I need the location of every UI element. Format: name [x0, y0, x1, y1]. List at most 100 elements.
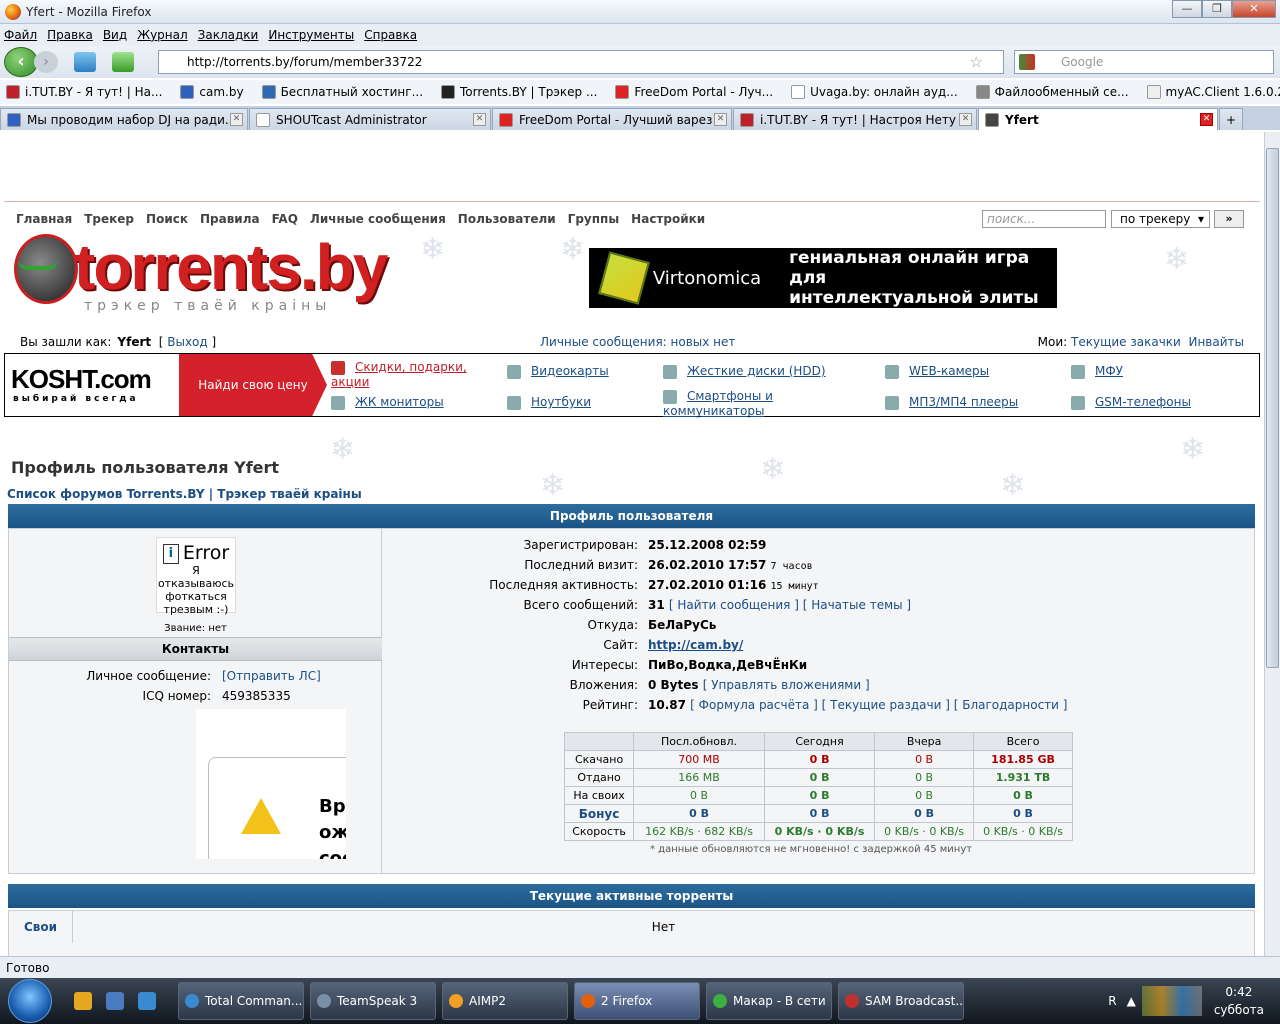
- clock[interactable]: 0:42 суббота: [1214, 983, 1264, 1019]
- kosht-link-monitors[interactable]: ЖК мониторы: [331, 395, 444, 410]
- kosht-link-smartphones[interactable]: Смартфоны и коммуникаторы: [663, 389, 813, 418]
- minimize-button[interactable]: —: [1172, 0, 1202, 18]
- nav-settings[interactable]: Настройки: [631, 212, 705, 226]
- virtonomica-banner[interactable]: Virtonomica гениальная онлайн игра для и…: [589, 248, 1057, 308]
- stats-cell: 0 B: [874, 768, 975, 787]
- menu-tools[interactable]: Инструменты: [268, 28, 354, 42]
- nav-faq[interactable]: FAQ: [272, 212, 298, 226]
- location-value: БеЛаРуСь: [648, 618, 717, 632]
- rating-formula-link[interactable]: Формула расчёта: [699, 698, 810, 712]
- maximize-button[interactable]: ❐: [1202, 0, 1232, 18]
- menu-bookmarks[interactable]: Закладки: [198, 28, 259, 42]
- kosht-link-notebooks[interactable]: Ноутбуки: [507, 395, 591, 410]
- nav-search[interactable]: Поиск: [146, 212, 188, 226]
- media-quicklaunch-icon[interactable]: [138, 992, 156, 1010]
- bookmark-3[interactable]: Torrents.BY | Трэкер ...: [435, 85, 597, 99]
- kosht-link-mfu[interactable]: МФУ: [1071, 364, 1123, 379]
- tab-close-icon[interactable]: ✕: [473, 113, 486, 126]
- menu-edit[interactable]: Правка: [47, 28, 93, 42]
- nav-rules[interactable]: Правила: [200, 212, 260, 226]
- task-button-4[interactable]: Макар - В сети: [706, 982, 832, 1020]
- tab-1[interactable]: SHOUTcast Administrator ✕: [249, 108, 491, 130]
- kosht-link-videocards[interactable]: Видеокарты: [507, 364, 609, 379]
- stats-header: Сегодня: [763, 732, 876, 751]
- stats-row-label: Скорость: [563, 822, 635, 841]
- nav-home[interactable]: Главная: [16, 212, 72, 226]
- kosht-link-discounts[interactable]: Скидки, подарки, акции: [331, 360, 481, 389]
- pm-status-link[interactable]: Личные сообщения: новых нет: [540, 335, 735, 349]
- task-button-5[interactable]: SAM Broadcast...: [838, 982, 964, 1020]
- thanks-link[interactable]: Благодарности: [962, 698, 1059, 712]
- tab-close-icon[interactable]: ✕: [959, 113, 972, 126]
- bookmark-6[interactable]: Файлообменный се...: [970, 85, 1129, 99]
- vertical-scrollbar[interactable]: [1264, 132, 1280, 956]
- send-pm-link[interactable]: [Отправить ЛС]: [222, 669, 321, 683]
- started-topics-link[interactable]: Начатые темы: [811, 598, 902, 612]
- scrollbar-thumb[interactable]: [1266, 148, 1279, 668]
- tab-2[interactable]: FreeDom Portal - Лучший варез ... ✕: [492, 108, 732, 130]
- search-bar[interactable]: Google: [1014, 50, 1274, 74]
- tab-3[interactable]: i.TUT.BY - Я тут! | Настроя Нету ✕: [733, 108, 977, 130]
- language-indicator[interactable]: R: [1108, 994, 1116, 1008]
- invites-link[interactable]: Инвайты: [1188, 335, 1244, 349]
- aimp-quicklaunch-icon[interactable]: [74, 992, 92, 1010]
- menu-history[interactable]: Журнал: [137, 28, 188, 42]
- site-logo[interactable]: torrents.by трэкер тваёй краіны: [12, 230, 388, 318]
- new-tab-button[interactable]: +: [1219, 108, 1243, 130]
- nav-pm[interactable]: Личные сообщения: [310, 212, 446, 226]
- taskbar: Total Comman... TeamSpeak 3 AIMP2 2 Firefox…: [0, 978, 1280, 1024]
- explorer-quicklaunch-icon[interactable]: [106, 992, 124, 1010]
- manage-attachments-link[interactable]: Управлять вложениями: [711, 678, 861, 692]
- close-button[interactable]: ✕: [1232, 0, 1276, 18]
- bookmark-1[interactable]: cam.by: [174, 85, 244, 99]
- add-icon[interactable]: [112, 52, 134, 72]
- current-downloads-link[interactable]: Текущие закачки: [1071, 335, 1181, 349]
- tab-close-icon[interactable]: ✕: [1200, 113, 1213, 126]
- nav-groups[interactable]: Группы: [568, 212, 620, 226]
- kosht-link-webcams[interactable]: WEB-камеры: [885, 364, 989, 379]
- bookmark-0[interactable]: i.TUT.BY - Я тут! | На...: [0, 85, 162, 99]
- site-search-input[interactable]: поиск...: [982, 210, 1106, 228]
- kosht-link-hdd[interactable]: Жесткие диски (HDD): [663, 364, 826, 379]
- download-icon[interactable]: [74, 52, 96, 72]
- search-go-button[interactable]: »: [1214, 210, 1244, 228]
- website-link[interactable]: http://cam.by/: [648, 638, 743, 652]
- breadcrumb[interactable]: Список форумов Torrents.BY | Трэкер тваё…: [7, 487, 362, 501]
- bookmark-2[interactable]: Бесплатный хостинг...: [256, 85, 423, 99]
- task-button-3[interactable]: 2 Firefox: [574, 982, 700, 1020]
- last-visit-value: 26.02.2010 17:57 7 часов: [648, 558, 813, 572]
- task-button-1[interactable]: TeamSpeak 3: [310, 982, 436, 1020]
- back-button[interactable]: ‹: [4, 47, 38, 77]
- logout-link[interactable]: Выход: [167, 335, 207, 349]
- nav-tracker[interactable]: Трекер: [84, 212, 134, 226]
- url-bar[interactable]: http://torrents.by/forum/member33722 ☆: [158, 50, 1004, 74]
- bookmark-7[interactable]: myAC.Client 1.6.0.2: [1141, 85, 1280, 99]
- tab-close-icon[interactable]: ✕: [230, 113, 243, 126]
- task-app-icon: [581, 994, 595, 1008]
- tab-0[interactable]: Мы проводим набор DJ на ради... ✕: [0, 108, 248, 130]
- start-button[interactable]: [8, 979, 52, 1023]
- current-seeds-link[interactable]: Текущие раздачи: [830, 698, 941, 712]
- tray-icons[interactable]: [1141, 986, 1202, 1016]
- bookmark-4[interactable]: FreeDom Portal - Луч...: [609, 85, 773, 99]
- kosht-find-price[interactable]: Найди свою цену: [179, 354, 327, 416]
- task-button-2[interactable]: AIMP2: [442, 982, 568, 1020]
- task-button-0[interactable]: Total Comman...: [178, 982, 304, 1020]
- menu-help[interactable]: Справка: [364, 28, 417, 42]
- kosht-link-players[interactable]: МП3/МП4 плееры: [885, 395, 1018, 410]
- bookmark-5[interactable]: Uvaga.by: онлайн ауд...: [785, 85, 958, 99]
- menu-file[interactable]: Файл: [4, 28, 37, 42]
- google-icon[interactable]: [1019, 54, 1035, 70]
- nav-users[interactable]: Пользователи: [458, 212, 556, 226]
- find-posts-link[interactable]: Найти сообщения: [677, 598, 790, 612]
- kosht-logo[interactable]: KOSHT.com: [11, 364, 152, 395]
- tab-4[interactable]: Yfert ✕: [978, 108, 1218, 130]
- tray-expand-icon[interactable]: ▲: [1127, 994, 1136, 1008]
- search-scope-select[interactable]: по трекеру: [1111, 210, 1210, 228]
- flash-placeholder[interactable]: Вреожсос: [196, 709, 346, 859]
- menu-view[interactable]: Вид: [103, 28, 127, 42]
- tab-close-icon[interactable]: ✕: [714, 113, 727, 126]
- kosht-link-gsm[interactable]: GSM-телефоны: [1071, 395, 1191, 410]
- forward-button[interactable]: ›: [34, 51, 58, 73]
- bookmark-star-icon[interactable]: ☆: [970, 53, 983, 71]
